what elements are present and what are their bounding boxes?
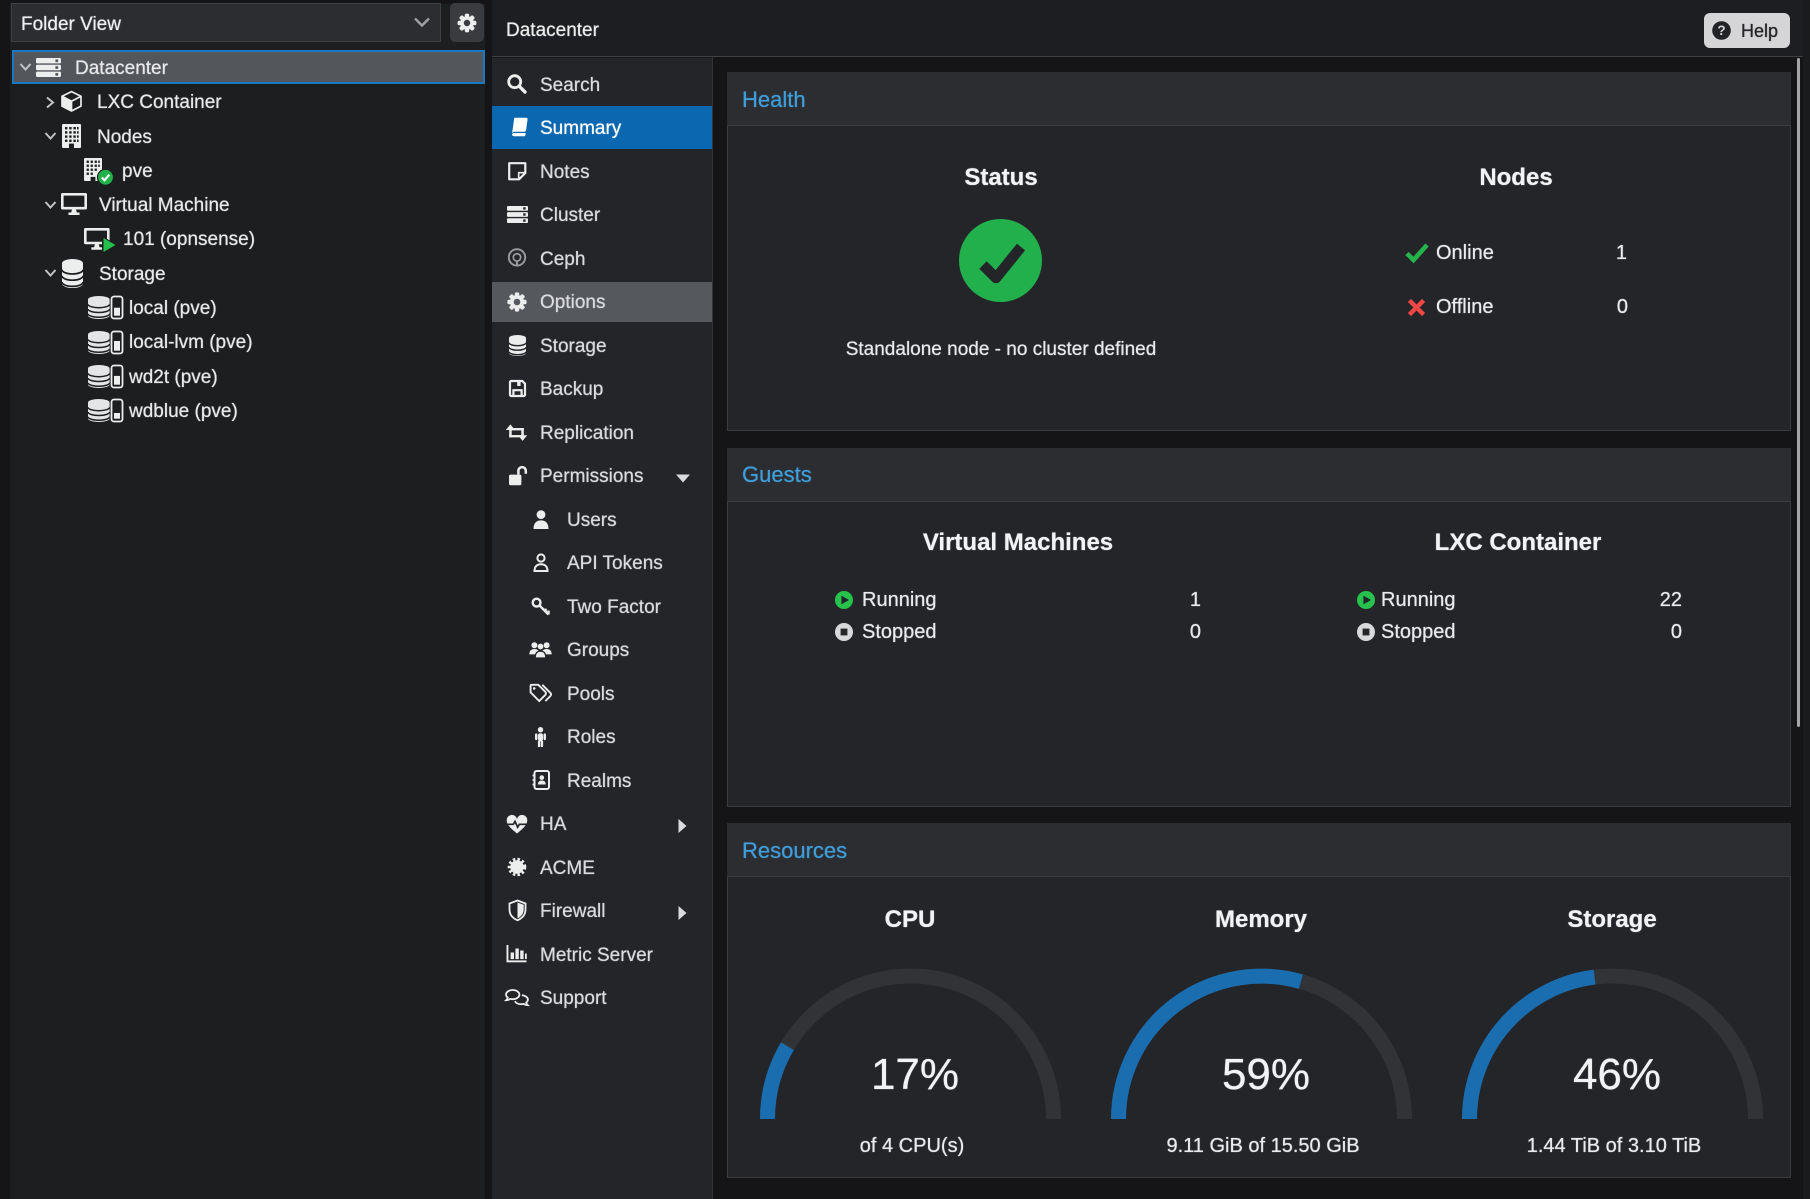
svg-text:?: ?	[1717, 23, 1725, 38]
